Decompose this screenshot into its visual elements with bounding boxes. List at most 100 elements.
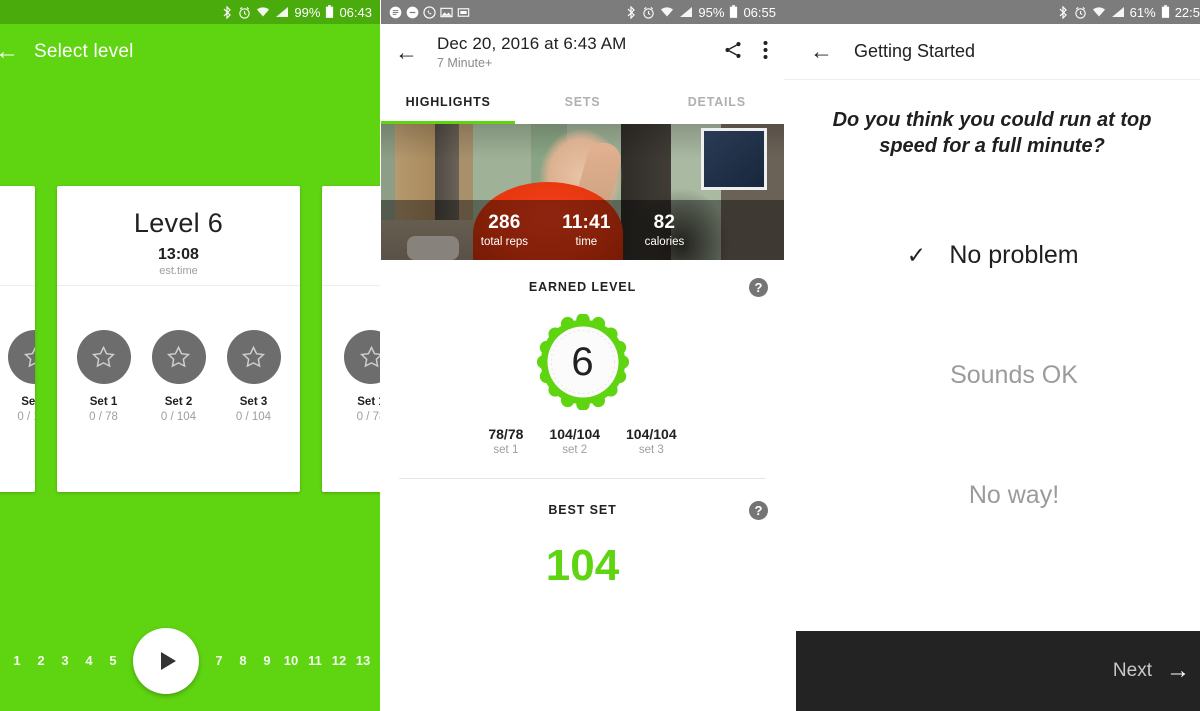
app-bar-titles: Dec 20, 2016 at 6:43 AM 7 Minute+: [431, 34, 723, 70]
signal-icon: [679, 6, 693, 18]
pager-number[interactable]: 9: [255, 653, 279, 668]
earned-level-badge: 6: [535, 314, 631, 410]
set-item[interactable]: Set 2 0 / 104: [151, 330, 206, 423]
back-arrow-icon[interactable]: ←: [0, 38, 28, 66]
status-bar: 61% 22:5: [784, 0, 1200, 24]
star-icon: [359, 345, 380, 367]
pager-number[interactable]: 12: [327, 653, 351, 668]
battery-percent: 99%: [294, 4, 321, 20]
workout-date-title: Dec 20, 2016 at 6:43 AM: [437, 34, 627, 53]
battery-icon: [729, 5, 738, 19]
section-divider: [399, 478, 766, 479]
set-summary: 104/104 set 2: [549, 426, 600, 456]
question-text: Do you think you could run at top speed …: [832, 109, 1152, 157]
app-bar: ← Dec 20, 2016 at 6:43 AM 7 Minute+: [381, 24, 784, 80]
set-item[interactable]: Set 3 0 / 104: [8, 330, 35, 423]
level-card-previous[interactable]: Level 5 12:20 est.time Set 3 0 / 104: [0, 186, 35, 492]
section-title: EARNED LEVEL: [528, 280, 637, 294]
sets-row: Set 1 0 / 78: [322, 286, 380, 423]
minus-circle-icon: [406, 6, 419, 19]
set-label: set 1: [493, 444, 519, 456]
section-title: BEST SET: [548, 503, 617, 517]
stat-label: total reps: [480, 236, 529, 248]
page-title: Getting Started: [854, 41, 976, 61]
set-value: 0 / 78: [356, 411, 380, 423]
set-name: Set 1: [357, 396, 380, 408]
screenshot-icon: [457, 6, 470, 19]
card-est-time: 13:08: [158, 246, 199, 263]
check-icon: ✓: [906, 241, 927, 268]
set-name: Set 1: [89, 396, 118, 408]
tab-sets[interactable]: SETS: [515, 80, 649, 124]
workout-subtitle: 7 Minute+: [437, 56, 493, 70]
star-icon: [166, 345, 191, 367]
set-item[interactable]: Set 3 0 / 104: [226, 330, 281, 423]
menu-circle-icon: [389, 6, 402, 19]
status-bar: 95% 06:55: [381, 0, 784, 24]
back-arrow-icon[interactable]: ←: [395, 39, 431, 66]
set-value: 0 / 104: [17, 411, 35, 423]
play-icon: [160, 651, 176, 670]
option-no-way[interactable]: No way!: [784, 435, 1200, 555]
star-icon: [23, 345, 35, 367]
set-value: 104/104: [549, 426, 601, 442]
best-set-header: BEST SET ?: [381, 491, 784, 529]
set-badge: [8, 330, 35, 384]
star-icon: [91, 345, 116, 367]
option-sounds-ok[interactable]: Sounds OK: [784, 315, 1200, 435]
app-bar-actions: [723, 40, 770, 65]
pager-number[interactable]: 13: [351, 653, 375, 668]
help-icon[interactable]: ?: [749, 500, 768, 520]
level-carousel[interactable]: Level 5 12:20 est.time Set 3 0 / 104: [0, 186, 380, 492]
card-header: Level 5 12:20 est.time: [0, 186, 35, 286]
status-bar: 99% 06:43: [0, 0, 380, 24]
back-arrow-icon[interactable]: ←: [810, 38, 850, 65]
pager-number[interactable]: 5: [101, 653, 125, 668]
pager-number[interactable]: 2: [29, 653, 53, 668]
arrow-right-icon: →: [1166, 657, 1190, 684]
pager-number[interactable]: 3: [53, 653, 77, 668]
set-name: Set 2: [164, 396, 193, 408]
level-card-current[interactable]: Level 6 13:08 est.time Set 1 0 / 78 Set …: [57, 186, 300, 492]
wifi-icon: [660, 6, 674, 18]
next-label: Next: [1112, 660, 1152, 681]
card-header: Level 7 13:50 est.time: [322, 186, 380, 286]
option-label: No way!: [968, 480, 1060, 509]
pager-number[interactable]: 1: [5, 653, 29, 668]
next-button[interactable]: Next →: [796, 631, 1200, 711]
set-value: 0 / 104: [160, 411, 197, 423]
earned-level-sets: 78/78 set 1 104/104 set 2 104/104 set 3: [381, 426, 784, 456]
set-value: 0 / 104: [235, 411, 272, 423]
pager-number[interactable]: 7: [207, 653, 231, 668]
set-badge: [151, 330, 206, 384]
workout-video-thumbnail[interactable]: 286 total reps 11:41 time 82 calories: [381, 124, 784, 260]
set-item[interactable]: Set 1 0 / 78: [344, 330, 380, 423]
set-badge: [344, 330, 380, 384]
battery-icon: [325, 5, 334, 19]
pager-number[interactable]: 10: [279, 653, 303, 668]
tab-highlights[interactable]: HIGHLIGHTS: [381, 80, 515, 124]
tab-bar[interactable]: HIGHLIGHTS SETS DETAILS: [381, 80, 784, 124]
set-badge: [76, 330, 131, 384]
overflow-menu-icon[interactable]: [763, 40, 768, 65]
answer-options: ✓ No problem Sounds OK No way!: [784, 195, 1200, 555]
share-icon[interactable]: [723, 40, 743, 65]
pager-left-numbers: 1 2 3 4 5: [5, 653, 125, 668]
wifi-icon: [256, 6, 270, 18]
pager-number[interactable]: 4: [77, 653, 101, 668]
option-no-problem[interactable]: ✓ No problem: [784, 195, 1200, 315]
help-icon[interactable]: ?: [749, 277, 768, 297]
pager-number[interactable]: 11: [303, 653, 327, 668]
set-item[interactable]: Set 1 0 / 78: [76, 330, 131, 423]
panel-select-level: 99% 06:43 ← Select level Level 5 12:20 e…: [0, 0, 380, 711]
panel-getting-started: 61% 22:5 ← Getting Started Do you think …: [784, 0, 1200, 711]
tab-details[interactable]: DETAILS: [650, 80, 784, 124]
level-pager[interactable]: 1 2 3 4 5 7 8 9 10 11 12 13: [0, 610, 380, 711]
stat-total-reps: 286 total reps: [481, 212, 528, 248]
play-button[interactable]: [133, 627, 199, 694]
earned-level-value: 6: [571, 339, 594, 384]
pager-number[interactable]: 8: [231, 653, 255, 668]
stat-value: 82: [653, 212, 676, 233]
level-card-next[interactable]: Level 7 13:50 est.time Set 1 0 / 78: [322, 186, 380, 492]
set-name: Set 3: [239, 396, 268, 408]
